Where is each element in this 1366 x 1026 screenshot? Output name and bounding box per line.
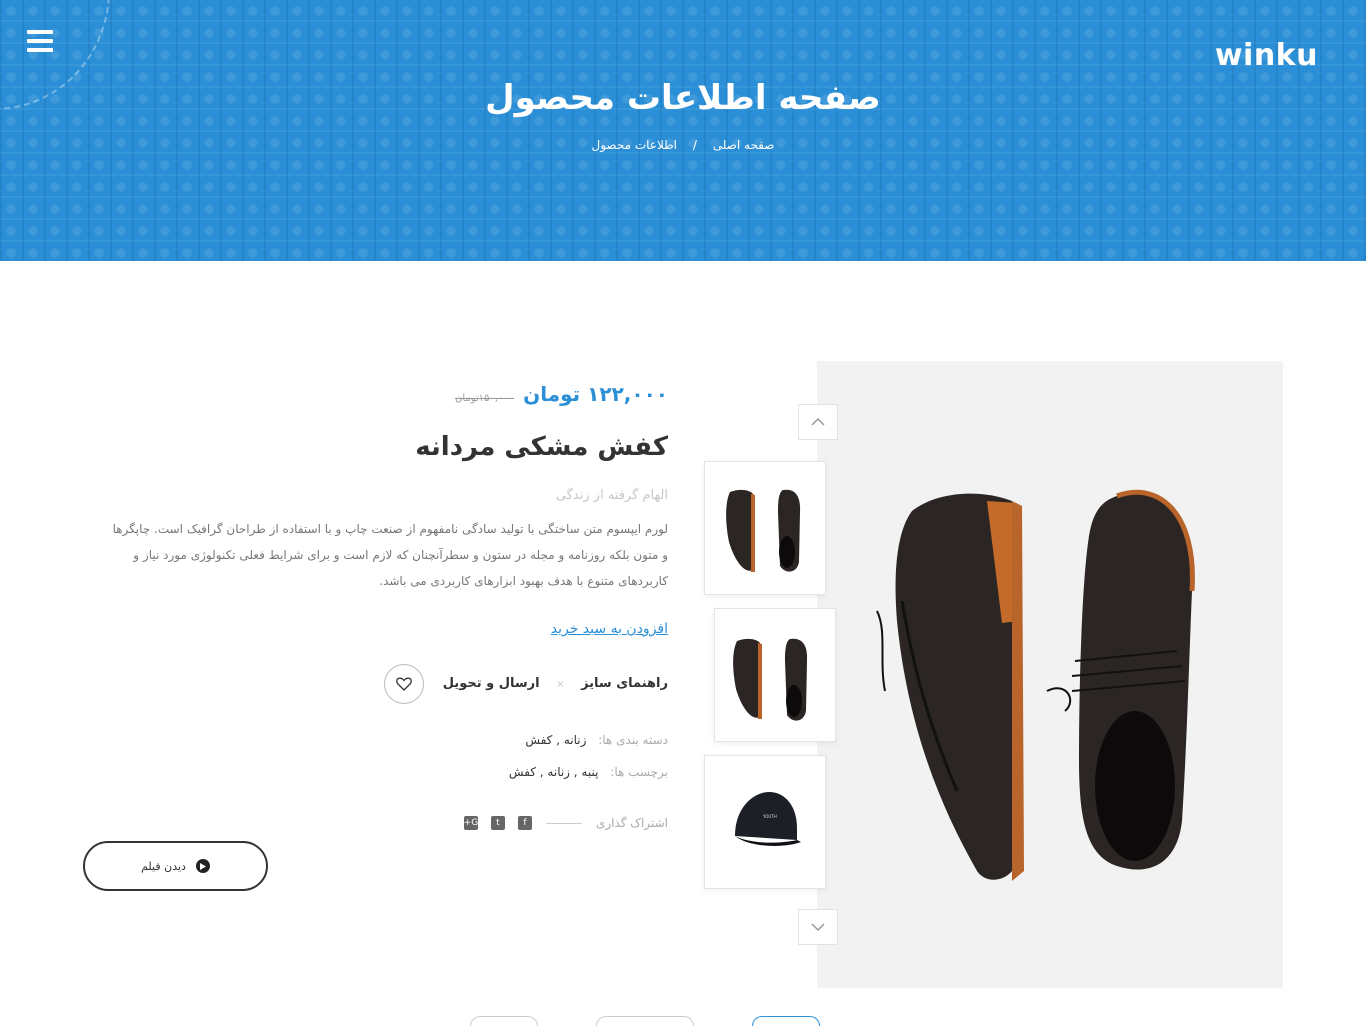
breadcrumb: صفحه اصلی / اطلاعات محصول <box>0 138 1366 152</box>
link-separator: × <box>556 679 565 690</box>
product-title: کفش مشکی مردانه <box>415 432 668 462</box>
breadcrumb-separator: / <box>692 138 697 152</box>
breadcrumb-home-link[interactable]: صفحه اصلی <box>713 138 775 152</box>
breadcrumb-current: اطلاعات محصول <box>591 138 677 152</box>
size-guide-link[interactable]: راهنمای سایز <box>581 676 668 691</box>
product-main-image[interactable] <box>817 361 1283 988</box>
svg-text:YOUTH: YOUTH <box>762 814 777 819</box>
page-title: صفحه اطلاعات محصول <box>485 78 881 118</box>
price: ۱۲۲,۰۰۰ تومان ۱۵۰,۰۰۰تومان <box>455 382 668 406</box>
hamburger-menu-icon[interactable] <box>27 30 53 54</box>
page-hero: winku صفحه اطلاعات محصول صفحه اصلی / اطل… <box>0 0 1366 261</box>
thumbnail-2[interactable] <box>714 608 836 742</box>
tags-value[interactable]: پنبه , زنانه , کفش <box>509 765 599 779</box>
product-links: راهنمای سایز × ارسال و تحویل <box>443 676 668 691</box>
chevron-up-icon <box>811 417 825 426</box>
categories-label: دسته بندی ها: <box>598 733 668 747</box>
twitter-icon[interactable]: t <box>490 816 505 830</box>
watch-video-button[interactable]: دیدن فیلم <box>83 841 268 891</box>
google-plus-icon[interactable]: G+ <box>464 816 478 830</box>
cap-thumbnail-image: YOUTH <box>735 792 801 846</box>
categories-value[interactable]: زنانه , کفش <box>525 733 586 747</box>
watch-video-label: دیدن فیلم <box>141 859 186 873</box>
tags-label: برچسب ها: <box>610 765 668 779</box>
old-price: ۱۵۰,۰۰۰تومان <box>454 393 515 404</box>
thumbnail-3[interactable]: YOUTH <box>704 755 826 889</box>
tab-3-active[interactable] <box>752 1016 820 1026</box>
wishlist-button[interactable] <box>384 664 424 704</box>
heart-icon <box>396 677 412 691</box>
play-icon <box>195 859 210 873</box>
tags-row: برچسب ها: پنبه , زنانه , کفش <box>509 765 668 779</box>
categories-row: دسته بندی ها: زنانه , کفش <box>525 733 668 747</box>
shipping-link[interactable]: ارسال و تحویل <box>443 676 540 691</box>
current-price: ۱۲۲,۰۰۰ تومان <box>523 382 668 406</box>
shoes-thumbnail-image <box>726 489 801 572</box>
share-row: اشتراک گذاری f t G+ <box>451 816 668 830</box>
gallery-up-button[interactable] <box>798 404 838 440</box>
chevron-down-icon <box>811 923 825 932</box>
tab-1[interactable] <box>470 1016 538 1026</box>
site-logo[interactable]: winku <box>1215 38 1318 73</box>
facebook-icon[interactable]: f <box>517 816 532 830</box>
share-label: اشتراک گذاری <box>595 816 668 830</box>
product-description: لورم ایپسوم متن ساختگی با تولید سادگی نا… <box>112 522 668 588</box>
thumbnail-1[interactable] <box>704 461 826 595</box>
gallery-down-button[interactable] <box>798 909 838 945</box>
shoes-image <box>876 489 1195 881</box>
share-divider <box>545 822 582 824</box>
product-subtitle: الهام گرفته از زندگی <box>555 488 668 503</box>
shoes-thumbnail-image <box>733 638 808 721</box>
tab-2[interactable] <box>596 1016 694 1026</box>
add-to-cart-link[interactable]: افزودن به سبد خرید <box>551 621 668 637</box>
